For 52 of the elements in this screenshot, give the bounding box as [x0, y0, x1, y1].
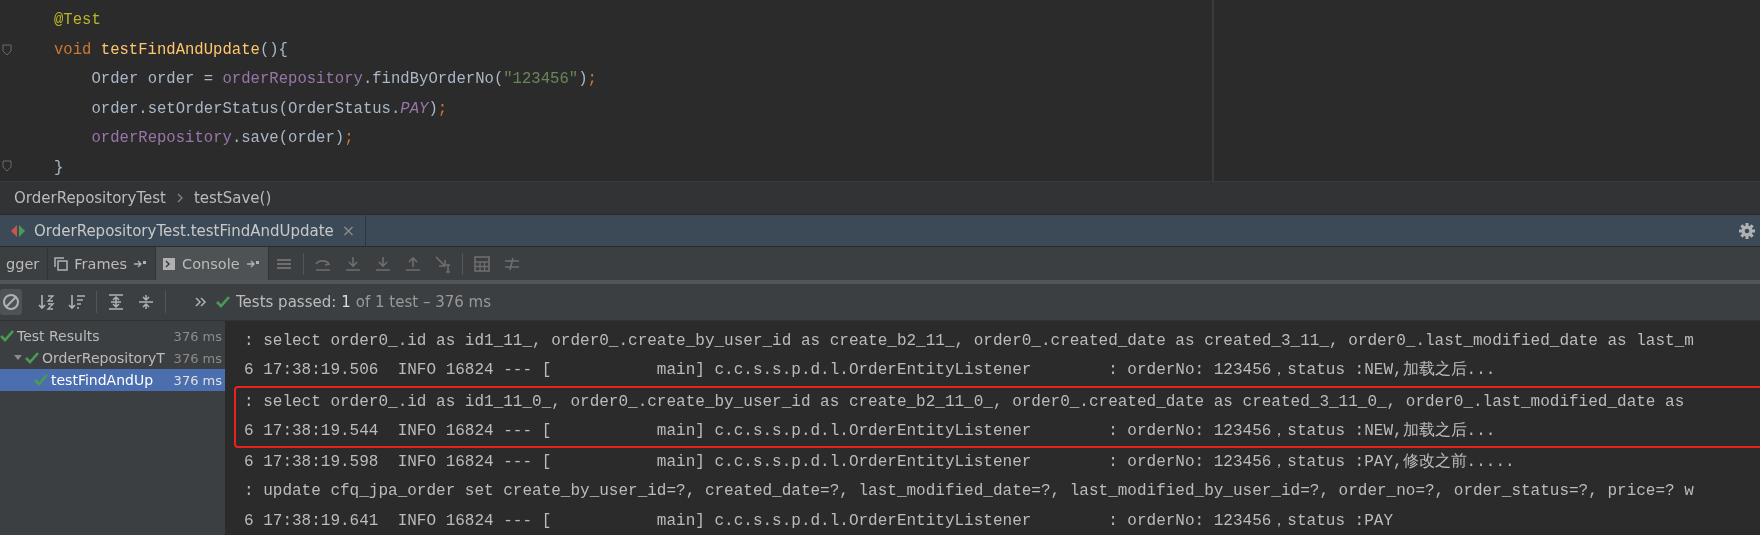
check-icon	[216, 296, 230, 308]
sort-alphabetical-icon[interactable]	[38, 293, 56, 311]
tree-item[interactable]: testFindAndUp 376 ms	[0, 369, 225, 391]
cancel-button[interactable]	[0, 289, 22, 315]
run-config-icon	[10, 223, 26, 238]
caret-icon	[14, 354, 22, 362]
sort-duration-icon[interactable]	[68, 293, 86, 311]
tree-item[interactable]: Test Results 376 ms	[0, 325, 225, 347]
console-icon	[162, 256, 177, 271]
code-line: }	[54, 157, 64, 179]
console-line: : select order0_.id as id1_11_, order0_.create_by_user_id as create_b2_11_, order0_.created_date as created_3_11_, order0_.last_modified_date as last_m	[244, 331, 1694, 352]
console-line: : update cfq_jpa_order set create_by_user_id=?, created_date=?, last_modified_date=?, last_modified_by_user_id=?, order_no=?, order_status=?, price=? w	[244, 481, 1694, 503]
tab-label: OrderRepositoryTest.testFindAndUpdate	[34, 221, 334, 240]
check-icon	[34, 374, 48, 386]
tests-passed-label: Tests passed:	[236, 293, 337, 311]
frames-icon	[54, 256, 69, 271]
pin-icon	[245, 258, 260, 269]
chevron-icon	[175, 193, 184, 203]
arrow-down-icon	[373, 254, 392, 273]
console-line: 6 17:38:19.506 INFO 16824 --- [ main] c.c.s.s.p.d.l.OrderEntityListener : orderNo: 123456，status :NEW,加载之后...	[244, 359, 1496, 382]
passed-count: 1	[341, 293, 351, 311]
duration: 376 ms	[173, 372, 222, 388]
breadcrumb-item[interactable]: OrderRepositoryTest	[14, 189, 166, 207]
run-tab[interactable]: OrderRepositoryTest.testFindAndUpdate ×	[0, 215, 367, 246]
check-icon	[25, 352, 39, 364]
expand-all-icon[interactable]	[107, 293, 125, 311]
test-summary: of 1 test – 376 ms	[355, 293, 492, 311]
pin-icon	[133, 258, 148, 269]
code-line: order.setOrderStatus(OrderStatus.PAY);	[91, 98, 448, 120]
collapse-all-icon[interactable]	[137, 293, 155, 311]
fold-icon	[2, 160, 12, 173]
duration: 376 ms	[173, 350, 222, 366]
breadcrumb-item[interactable]: testSave()	[193, 189, 272, 207]
arrow-up-icon	[403, 254, 422, 273]
console-line: : select order0_.id as id1_11_0_, order0_.create_by_user_id as create_b2_11_0_, order0_.created_date as created_3_11_0_, order0_.last_modified_date as	[244, 391, 1685, 413]
code-line: orderRepository.save(order);	[91, 128, 354, 149]
duration: 376 ms	[173, 328, 222, 344]
arrow-down-icon	[343, 254, 362, 273]
console-line: 6 17:38:19.641 INFO 16824 --- [ main] c.c.s.s.p.d.l.OrderEntityListener : orderNo: 123456，status :PAY	[244, 510, 1393, 532]
check-icon	[0, 330, 14, 342]
settings-icon[interactable]	[1738, 221, 1756, 240]
tree-item[interactable]: OrderRepositoryT 376 ms	[0, 347, 225, 369]
console-line: 6 17:38:19.598 INFO 16824 --- [ main] c.c.s.s.p.d.l.OrderEntityListener : orderNo: 123456，status :PAY,修改之前.....	[244, 451, 1515, 474]
code-line: void testFindAndUpdate(){	[54, 39, 288, 61]
fold-icon	[2, 43, 12, 56]
calculator-icon	[472, 254, 491, 273]
code-line: @Test	[54, 10, 101, 31]
debugger-tab[interactable]: Console	[156, 247, 269, 280]
cursor-arrow-icon	[433, 254, 452, 273]
console-line: 6 17:38:19.544 INFO 16824 --- [ main] c.c.s.s.p.d.l.OrderEntityListener : orderNo: 123456，status :NEW,加载之后...	[244, 420, 1496, 442]
cancel-icon	[2, 293, 20, 311]
code-line: Order order = orderRepository.findByOrderNo("123456");	[91, 69, 597, 90]
